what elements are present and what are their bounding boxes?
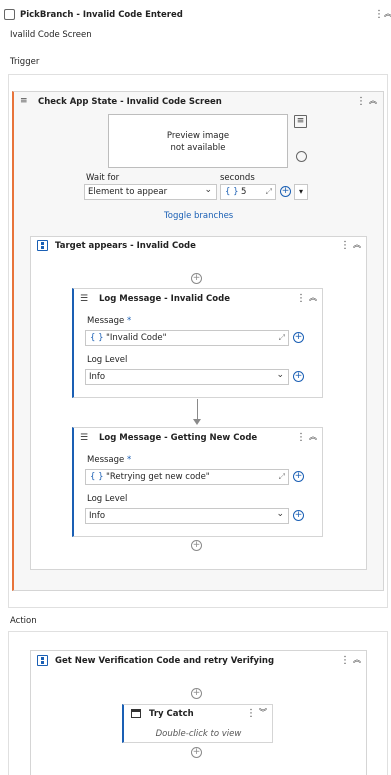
check-app-state-menu-icon[interactable]: ⋮	[356, 97, 366, 107]
wait-for-select[interactable]: Element to appear ⌄	[84, 184, 217, 200]
log-level-label: Log Level	[87, 355, 128, 365]
seconds-expand-icon[interactable]: ⤢	[266, 188, 272, 196]
message-expand-icon-2[interactable]: ⤢	[279, 473, 285, 481]
log-level-value: Info	[89, 372, 106, 382]
pickbranch-collapse-icon[interactable]: ︽	[384, 9, 391, 19]
log-level-add-icon-2[interactable]: +	[293, 510, 304, 521]
message-expression-icon: { }	[90, 333, 104, 343]
add-activity-icon-3[interactable]: +	[191, 688, 202, 699]
message-label: Message *	[87, 316, 131, 326]
action-label: Action	[10, 616, 37, 626]
log-level-select[interactable]: Info ⌄	[85, 369, 289, 385]
target-indicate-icon[interactable]	[296, 151, 307, 162]
message-input[interactable]: { } "Invalid Code" ⤢	[85, 330, 289, 346]
message-expand-icon[interactable]: ⤢	[279, 334, 285, 342]
seconds-options-button[interactable]: ▾	[294, 184, 308, 200]
log-level-chevron-icon: ⌄	[276, 370, 284, 380]
sequence-icon	[37, 240, 48, 251]
preview-text: Preview image not available	[166, 131, 230, 153]
pickbranch-title: PickBranch - Invalid Code Entered	[20, 10, 183, 20]
log-level-select-2[interactable]: Info ⌄	[85, 508, 289, 524]
wait-for-value: Element to appear	[88, 187, 168, 197]
try-catch-menu-icon[interactable]: ⋮	[246, 709, 256, 719]
log-message-collapse-icon[interactable]: ︽	[309, 293, 317, 303]
seconds-value: 5	[241, 187, 247, 197]
check-app-state-collapse-icon[interactable]: ︽	[369, 96, 377, 106]
log-level-add-icon[interactable]: +	[293, 371, 304, 382]
message-add-icon-2[interactable]: +	[293, 471, 304, 482]
log-message-icon-2: ☰	[80, 433, 89, 443]
log-message-menu-icon-2[interactable]: ⋮	[296, 433, 306, 443]
log-message-title: Log Message - Invalid Code	[99, 294, 230, 304]
sequence-icon-2	[37, 655, 48, 666]
add-activity-icon[interactable]: +	[191, 273, 202, 284]
log-message-icon: ☰	[80, 294, 89, 304]
preview-menu-icon[interactable]: ≡	[294, 115, 307, 128]
pickbranch-menu-icon[interactable]: ⋮	[374, 10, 384, 20]
add-activity-icon-4[interactable]: +	[191, 747, 202, 758]
seconds-expression-icon: { }	[225, 187, 239, 197]
required-marker: *	[126, 316, 132, 326]
get-new-code-title: Get New Verification Code and retry Veri…	[55, 656, 275, 666]
connector-arrow	[193, 419, 201, 425]
try-catch-expand-icon[interactable]: ︾	[259, 708, 267, 718]
check-app-state-icon: ≡	[20, 96, 28, 106]
pickbranch-subtitle: Ivalild Code Screen	[10, 30, 92, 40]
target-appears-menu-icon[interactable]: ⋮	[340, 241, 350, 251]
seconds-add-icon[interactable]: +	[280, 186, 291, 197]
message-value: "Invalid Code"	[106, 333, 167, 343]
message-input-2[interactable]: { } "Retrying get new code" ⤢	[85, 469, 289, 485]
toggle-branches-link[interactable]: Toggle branches	[164, 211, 233, 221]
seconds-label: seconds	[220, 173, 255, 183]
try-catch-hint: Double-click to view	[155, 729, 242, 739]
log-message-collapse-icon-2[interactable]: ︽	[309, 432, 317, 442]
message-label-text-2: Message	[87, 455, 125, 465]
trigger-label: Trigger	[10, 57, 40, 67]
wait-for-label: Wait for	[86, 173, 120, 183]
connector-line	[197, 399, 198, 421]
add-activity-icon-2[interactable]: +	[191, 540, 202, 551]
message-label-2: Message *	[87, 455, 131, 465]
try-catch-title: Try Catch	[149, 709, 194, 719]
message-value-2: "Retrying get new code"	[106, 472, 210, 482]
required-marker-2: *	[126, 455, 132, 465]
target-appears-title: Target appears - Invalid Code	[55, 241, 196, 251]
get-new-code-menu-icon[interactable]: ⋮	[340, 656, 350, 666]
log-message-menu-icon[interactable]: ⋮	[296, 294, 306, 304]
seconds-input[interactable]: { } 5 ⤢	[220, 184, 276, 200]
wait-for-chevron-icon: ⌄	[204, 185, 212, 195]
message-expression-icon-2: { }	[90, 472, 104, 482]
check-app-state-title: Check App State - Invalid Code Screen	[38, 97, 222, 107]
get-new-code-collapse-icon[interactable]: ︽	[353, 655, 361, 665]
log-level-label-2: Log Level	[87, 494, 128, 504]
message-label-text: Message	[87, 316, 125, 326]
message-add-icon[interactable]: +	[293, 332, 304, 343]
target-appears-collapse-icon[interactable]: ︽	[353, 240, 361, 250]
try-catch-icon	[131, 709, 141, 718]
log-level-value-2: Info	[89, 511, 106, 521]
log-level-chevron-icon-2: ⌄	[276, 509, 284, 519]
log-message-title-2: Log Message - Getting New Code	[99, 433, 258, 443]
pickbranch-icon	[4, 9, 15, 20]
